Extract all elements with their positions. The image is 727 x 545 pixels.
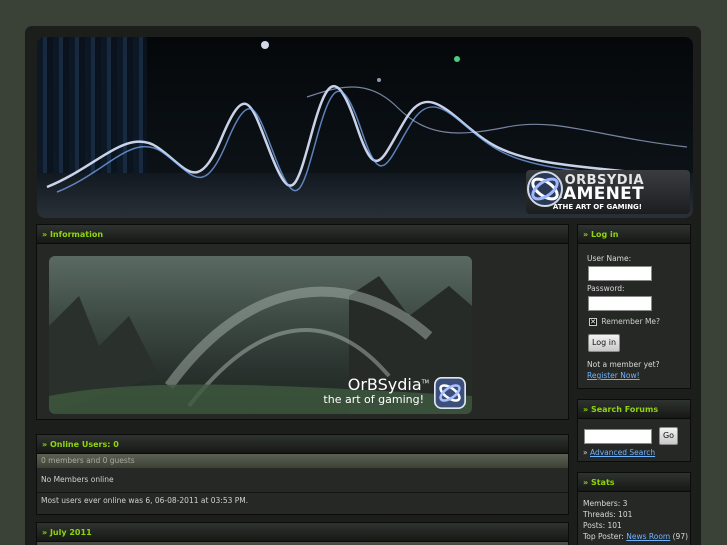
art-tagline: the art of gaming!: [323, 393, 424, 406]
page-wrapper: ORBSYDIA GAMENET ATHE ART OF GAMING! » I…: [25, 26, 701, 545]
online-members-line: No Members online: [41, 475, 114, 484]
remember-me-checkbox[interactable]: ✕: [589, 318, 597, 326]
brand-tagline: ATHE ART OF GAMING!: [552, 203, 642, 211]
art-brand-tm: TM: [421, 379, 429, 386]
login-header: » Log in: [578, 225, 690, 244]
online-record-line: Most users ever online was 6, 06-08-2011…: [37, 492, 568, 512]
password-input[interactable]: [588, 296, 652, 311]
stats-threads: Threads: 101: [583, 510, 633, 519]
stats-posts: Posts: 101: [583, 521, 622, 530]
not-member-text: Not a member yet?: [587, 360, 660, 369]
username-label: User Name:: [587, 254, 632, 263]
orbsydia-emblem-icon: [527, 171, 563, 207]
stats-header: » Stats: [578, 473, 690, 492]
stats-panel: » Stats Members: 3 Threads: 101 Posts: 1…: [577, 472, 691, 545]
username-input[interactable]: [588, 266, 652, 281]
top-poster-count: (97): [672, 532, 689, 541]
advanced-search-row: » Advanced Search: [583, 448, 655, 457]
orbsydia-artwork: OrBSydiaTM the art of gaming!: [49, 256, 472, 414]
brand-logo: ORBSYDIA GAMENET ATHE ART OF GAMING!: [526, 170, 690, 214]
art-brand-text: OrBSydia: [347, 375, 422, 394]
search-panel: » Search Forums Go » Advanced Search: [577, 399, 691, 462]
remember-me-row: ✕ Remember Me?: [589, 317, 660, 326]
stats-top-poster: Top Poster: News Room (97): [583, 531, 688, 542]
header-banner: ORBSYDIA GAMENET ATHE ART OF GAMING!: [37, 37, 693, 218]
top-poster-link[interactable]: News Room: [626, 532, 670, 541]
information-header: » Information: [37, 225, 568, 244]
remember-me-label: Remember Me?: [601, 317, 661, 326]
login-panel: » Log in User Name: Password: ✕ Remember…: [577, 224, 691, 389]
top-poster-label: Top Poster:: [583, 532, 624, 541]
calendar-header: » July 2011: [37, 523, 568, 542]
search-header: » Search Forums: [578, 400, 690, 419]
advanced-search-link[interactable]: Advanced Search: [590, 448, 655, 457]
advanced-search-prefix: »: [583, 448, 588, 457]
search-input[interactable]: [584, 429, 652, 444]
online-users-header: » Online Users: 0: [37, 435, 568, 454]
calendar-panel: » July 2011: [36, 522, 569, 545]
online-summary: 0 members and 0 guests: [37, 454, 568, 468]
register-link[interactable]: Register Now!: [587, 371, 640, 380]
stats-list: Members: 3 Threads: 101 Posts: 101 Top P…: [583, 498, 688, 542]
login-button[interactable]: Log in: [588, 334, 620, 352]
online-users-panel: » Online Users: 0 0 members and 0 guests…: [36, 434, 569, 515]
password-label: Password:: [587, 284, 625, 293]
search-go-button[interactable]: Go: [659, 427, 678, 445]
stats-members: Members: 3: [583, 499, 628, 508]
art-brand: OrBSydiaTM: [348, 375, 429, 394]
information-panel: » Information OrBSydiaTM the art of gami…: [36, 224, 569, 420]
art-emblem-icon: [434, 377, 466, 409]
